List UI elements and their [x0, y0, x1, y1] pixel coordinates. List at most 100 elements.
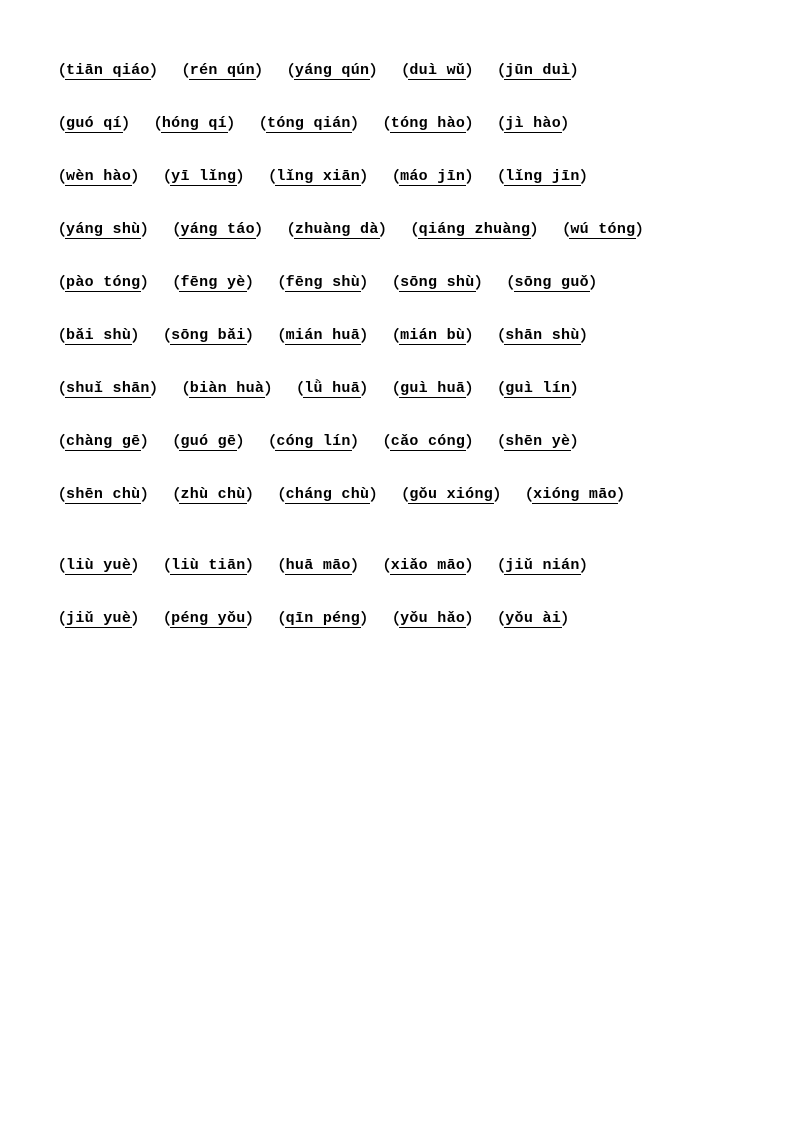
pinyin-text: fēng shù — [285, 274, 361, 292]
item-11-3: （yǒu hǎo） — [384, 608, 481, 629]
open-paren: （ — [375, 113, 390, 134]
pinyin-text: wú tóng — [569, 221, 636, 239]
item-6-4: （guì lín） — [489, 378, 586, 399]
open-paren: （ — [155, 608, 170, 629]
close-paren: ） — [466, 378, 481, 399]
close-paren: ） — [562, 113, 577, 134]
pinyin-text: duì wǔ — [408, 62, 466, 80]
close-paren: ） — [237, 166, 252, 187]
close-paren: ） — [151, 378, 166, 399]
open-paren: （ — [384, 166, 399, 187]
pinyin-text: tóng hào — [390, 115, 466, 133]
item-8-2: （cháng chù） — [270, 484, 386, 505]
open-paren: （ — [174, 60, 189, 81]
row-0: （tiān qiáo）（rén qún）（yáng qún）（duì wǔ）（j… — [50, 60, 743, 85]
open-paren: （ — [489, 431, 504, 452]
item-1-2: （tóng qián） — [251, 113, 367, 134]
pinyin-text: huā māo — [285, 557, 352, 575]
close-paren: ） — [370, 484, 385, 505]
close-paren: ） — [618, 484, 633, 505]
close-paren: ） — [571, 378, 586, 399]
pinyin-text: xiǎo māo — [390, 557, 466, 575]
item-0-1: （rén qún） — [174, 60, 271, 81]
open-paren: （ — [489, 378, 504, 399]
close-paren: ） — [476, 272, 491, 293]
pinyin-text: tóng qián — [266, 115, 352, 133]
item-6-3: （guì huā） — [384, 378, 481, 399]
item-3-4: （wú tóng） — [554, 219, 651, 240]
item-4-2: （fēng shù） — [270, 272, 376, 293]
close-paren: ） — [636, 219, 651, 240]
close-paren: ） — [256, 219, 271, 240]
item-2-4: （lǐng jīn） — [489, 166, 595, 187]
close-paren: ） — [352, 555, 367, 576]
open-paren: （ — [270, 484, 285, 505]
close-paren: ） — [466, 431, 481, 452]
pinyin-text: hóng qí — [161, 115, 228, 133]
open-paren: （ — [489, 166, 504, 187]
pinyin-text: qiáng zhuàng — [418, 221, 532, 239]
item-8-0: （shēn chù） — [50, 484, 156, 505]
open-paren: （ — [50, 431, 65, 452]
pinyin-text: biàn huà — [189, 380, 265, 398]
close-paren: ） — [571, 60, 586, 81]
item-6-1: （biàn huà） — [174, 378, 280, 399]
open-paren: （ — [164, 219, 179, 240]
close-paren: ） — [361, 378, 376, 399]
row-5: （bǎi shù）（sōng bǎi）（mián huā）（mián bù）（s… — [50, 325, 743, 350]
pinyin-text: lǐng xiān — [275, 168, 361, 186]
open-paren: （ — [251, 113, 266, 134]
open-paren: （ — [384, 325, 399, 346]
item-11-2: （qīn péng） — [270, 608, 376, 629]
close-paren: ） — [247, 272, 262, 293]
pinyin-text: cǎo cóng — [390, 433, 466, 451]
pinyin-text: yǒu ài — [504, 610, 562, 628]
page: （tiān qiáo）（rén qún）（yáng qún）（duì wǔ）（j… — [0, 0, 793, 1122]
open-paren: （ — [554, 219, 569, 240]
item-0-4: （jūn duì） — [489, 60, 586, 81]
item-11-0: （jiǔ yuè） — [50, 608, 147, 629]
pinyin-text: cháng chù — [285, 486, 371, 504]
item-4-4: （sōng guǒ） — [499, 272, 605, 293]
item-4-1: （fēng yè） — [164, 272, 261, 293]
item-8-3: （gǒu xióng） — [393, 484, 509, 505]
open-paren: （ — [375, 555, 390, 576]
close-paren: ） — [590, 272, 605, 293]
item-8-4: （xióng māo） — [517, 484, 633, 505]
pinyin-text: guì huā — [399, 380, 466, 398]
open-paren: （ — [50, 219, 65, 240]
item-2-2: （lǐng xiān） — [260, 166, 376, 187]
open-paren: （ — [375, 431, 390, 452]
item-7-4: （shēn yè） — [489, 431, 586, 452]
close-paren: ） — [361, 325, 376, 346]
open-paren: （ — [164, 272, 179, 293]
open-paren: （ — [270, 608, 285, 629]
item-0-0: （tiān qiáo） — [50, 60, 166, 81]
open-paren: （ — [50, 325, 65, 346]
pinyin-text: jì hào — [504, 115, 562, 133]
item-8-1: （zhù chù） — [164, 484, 261, 505]
close-paren: ） — [141, 272, 156, 293]
pinyin-text: guì lín — [504, 380, 571, 398]
close-paren: ） — [247, 325, 262, 346]
close-paren: ） — [380, 219, 395, 240]
close-paren: ） — [256, 60, 271, 81]
pinyin-text: yáng táo — [179, 221, 255, 239]
pinyin-text: xióng māo — [532, 486, 618, 504]
open-paren: （ — [270, 555, 285, 576]
open-paren: （ — [517, 484, 532, 505]
item-6-0: （shuǐ shān） — [50, 378, 166, 399]
open-paren: （ — [489, 113, 504, 134]
pinyin-text: sōng bǎi — [170, 327, 246, 345]
close-paren: ） — [466, 113, 481, 134]
pinyin-text: sōng guǒ — [514, 274, 590, 292]
close-paren: ） — [132, 166, 147, 187]
pinyin-text: tiān qiáo — [65, 62, 151, 80]
pinyin-text: shēn chù — [65, 486, 141, 504]
row-2: （wèn hào）（yī lǐng）（lǐng xiān）（máo jīn）（l… — [50, 166, 743, 191]
open-paren: （ — [146, 113, 161, 134]
open-paren: （ — [260, 431, 275, 452]
pinyin-text: yī lǐng — [170, 168, 237, 186]
item-1-1: （hóng qí） — [146, 113, 243, 134]
close-paren: ） — [361, 272, 376, 293]
